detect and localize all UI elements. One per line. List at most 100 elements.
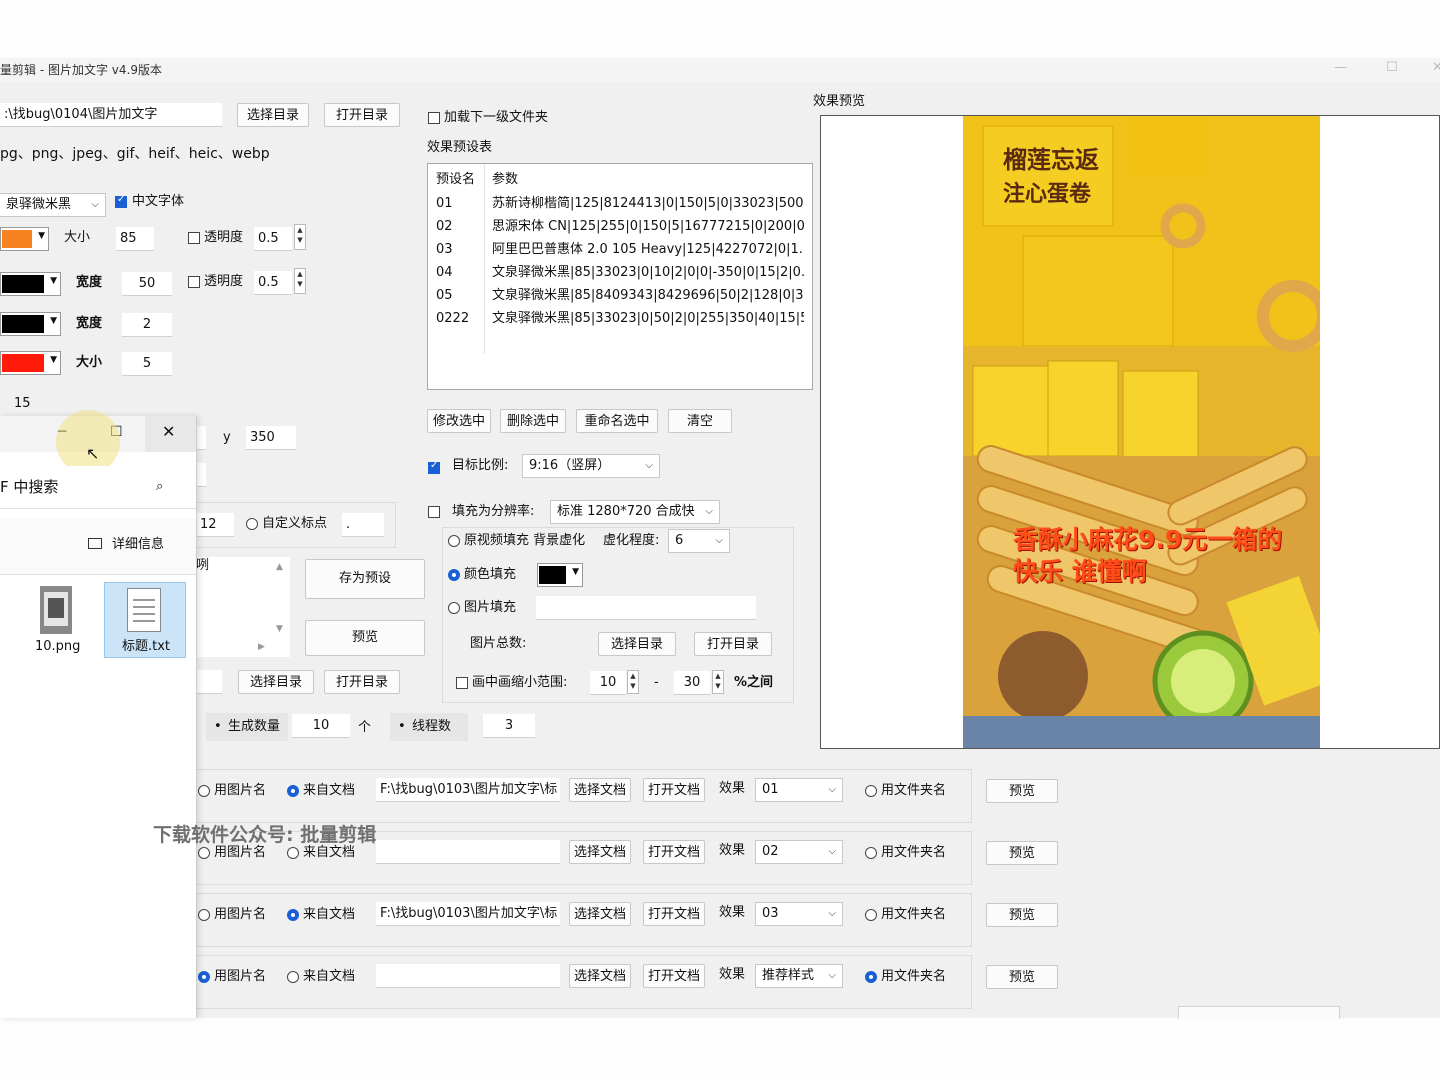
select-doc-button[interactable]: 选择文档 [569, 902, 631, 926]
custom-point-field[interactable]: . [342, 513, 384, 537]
border-color-picker[interactable]: ▼ [0, 312, 61, 336]
use-folder-name-radio[interactable] [865, 909, 877, 921]
effect-select[interactable]: 01 ⌵ [755, 778, 843, 802]
y-field[interactable]: 350 [246, 426, 296, 450]
pos-field-2[interactable] [196, 463, 206, 487]
fill-resolution-checkbox[interactable] [428, 506, 440, 518]
search-icon[interactable]: ⌕ [156, 478, 163, 496]
use-image-name-radio[interactable] [198, 785, 210, 797]
file-name-2[interactable]: 标题.txt [122, 638, 170, 656]
details-button[interactable]: 详细信息 [112, 536, 164, 554]
doc-path-field[interactable]: F:\找bug\0103\图片加文字\标 [376, 902, 560, 926]
col-params-header[interactable]: 参数 [492, 168, 518, 191]
target-ratio-select[interactable]: 9:16（竖屏） ⌵ [522, 454, 660, 478]
effect-select[interactable]: 03 ⌵ [755, 902, 843, 926]
fill-open-dir-button[interactable]: 打开目录 [694, 632, 772, 656]
select-doc-button[interactable]: 选择文档 [569, 964, 631, 988]
close-button[interactable]: ✕ [1432, 60, 1440, 75]
file-name-1[interactable]: 10.png [35, 638, 80, 656]
pip-max-field[interactable]: 30 [674, 671, 710, 695]
text-opacity-checkbox[interactable] [188, 232, 200, 244]
row-preview-button[interactable]: 预览 [986, 779, 1058, 803]
text-content-area[interactable]: 咧 [196, 557, 290, 657]
stroke-opacity-checkbox[interactable] [188, 276, 200, 288]
pos-field[interactable]: 12 [196, 513, 234, 537]
font-size-field[interactable]: 85 [116, 227, 154, 251]
count-field[interactable]: 10 [292, 714, 350, 738]
stroke-opacity-spinner[interactable]: ▲ ▼ [294, 268, 306, 294]
pip-min-field[interactable]: 10 [590, 671, 626, 695]
bottom-partial-button[interactable] [1178, 1006, 1340, 1019]
row-preview-button[interactable]: 预览 [986, 841, 1058, 865]
row-preview-button[interactable]: 预览 [986, 903, 1058, 927]
blur-level-select[interactable]: 6 ⌵ [668, 529, 730, 553]
doc-path-field[interactable] [376, 840, 560, 864]
output-select-dir-button[interactable]: 选择目录 [238, 670, 314, 694]
stroke-opacity-field[interactable]: 0.5 [254, 271, 292, 295]
pip-min-spinner[interactable]: ▲ ▼ [627, 670, 639, 694]
open-doc-button[interactable]: 打开文档 [643, 778, 705, 802]
modify-preset-button[interactable]: 修改选中 [427, 409, 491, 433]
preset-row[interactable]: 0222 文泉驿微米黑|85|33023|0|50|2|0|255|350|40|… [428, 307, 812, 330]
text-color-picker[interactable]: ▼ [0, 227, 49, 251]
shadow-size-field[interactable]: 5 [122, 352, 172, 376]
custom-point-radio[interactable] [246, 518, 258, 530]
stroke-width-field[interactable]: 50 [122, 272, 172, 296]
scroll-up-icon[interactable]: ▲ [276, 562, 283, 572]
maximize-button[interactable]: ☐ [1386, 60, 1398, 75]
delete-preset-button[interactable]: 删除选中 [500, 409, 566, 433]
preset-row[interactable]: 04 文泉驿微米黑|85|33023|0|10|2|0|0|-350|0|15|2… [428, 261, 812, 284]
doc-path-field[interactable]: F:\找bug\0103\图片加文字\标 [376, 778, 560, 802]
blur-fill-radio[interactable] [448, 535, 460, 547]
col-name-header[interactable]: 预设名 [436, 168, 475, 191]
image-fill-path[interactable] [536, 596, 756, 620]
select-doc-button[interactable]: 选择文档 [569, 778, 631, 802]
preset-row[interactable]: 02 思源宋体 CN|125|255|0|150|5|16777215|0|200… [428, 215, 812, 238]
scroll-right-icon[interactable]: ▶ [258, 642, 265, 652]
pip-checkbox[interactable] [456, 677, 468, 689]
select-doc-button[interactable]: 选择文档 [569, 840, 631, 864]
preview-text-button[interactable]: 预览 [305, 620, 425, 656]
threads-field[interactable]: 3 [483, 714, 535, 738]
color-fill-radio[interactable] [448, 569, 460, 581]
stroke-color-picker[interactable]: ▼ [0, 272, 61, 296]
select-dir-button[interactable]: 选择目录 [237, 103, 309, 127]
open-doc-button[interactable]: 打开文档 [643, 840, 705, 864]
effect-select[interactable]: 推荐样式 ⌵ [755, 964, 843, 988]
minimize-button[interactable]: — [1334, 60, 1347, 75]
fill-resolution-select[interactable]: 标准 1280*720 合成快 ⌵ [550, 500, 720, 524]
clear-presets-button[interactable]: 清空 [668, 409, 732, 433]
from-doc-radio[interactable] [287, 785, 299, 797]
from-doc-radio[interactable] [287, 909, 299, 921]
preset-row[interactable]: 03 阿里巴巴普惠体 2.0 105 Heavy|125|4227072|0|1.… [428, 238, 812, 261]
use-image-name-radio[interactable] [198, 847, 210, 859]
text-opacity-spinner[interactable]: ▲ ▼ [294, 224, 306, 250]
image-fill-radio[interactable] [448, 602, 460, 614]
row-preview-button[interactable]: 预览 [986, 965, 1058, 989]
target-ratio-checkbox[interactable] [428, 460, 440, 474]
use-folder-name-radio[interactable] [865, 847, 877, 859]
from-doc-radio[interactable] [287, 847, 299, 859]
image-file-icon[interactable] [40, 586, 72, 634]
from-doc-radio[interactable] [287, 971, 299, 983]
preset-row[interactable]: 01 苏新诗柳楷简|125|8124413|0|150|5|0|33023|500… [428, 192, 812, 215]
output-dir-field[interactable] [196, 670, 222, 694]
shadow-color-picker[interactable]: ▼ [0, 351, 61, 375]
open-doc-button[interactable]: 打开文档 [643, 964, 705, 988]
load-subfolder-checkbox[interactable] [428, 112, 440, 124]
text-opacity-field[interactable]: 0.5 [254, 227, 292, 251]
use-folder-name-radio[interactable] [865, 785, 877, 797]
input-dir-field[interactable]: :\找bug\0104\图片加文字 [0, 103, 222, 127]
doc-path-field[interactable] [376, 964, 560, 988]
presets-list[interactable]: 预设名 参数 01 苏新诗柳楷简|125|8124413|0|150|5|0|33… [427, 163, 813, 390]
fill-select-dir-button[interactable]: 选择目录 [598, 632, 676, 656]
use-folder-name-radio[interactable] [865, 971, 877, 983]
border-width-field[interactable]: 2 [122, 313, 172, 337]
font-select[interactable]: 泉驿微米黑 ⌵ [0, 193, 106, 217]
scroll-down-icon[interactable]: ▼ [276, 624, 283, 634]
save-preset-button[interactable]: 存为预设 [305, 559, 425, 599]
x-field[interactable] [196, 426, 206, 450]
open-dir-button[interactable]: 打开目录 [324, 103, 400, 127]
preset-row[interactable]: 05 文泉驿微米黑|85|8409343|8429696|50|2|128|0|3… [428, 284, 812, 307]
pip-max-spinner[interactable]: ▲ ▼ [712, 670, 724, 694]
